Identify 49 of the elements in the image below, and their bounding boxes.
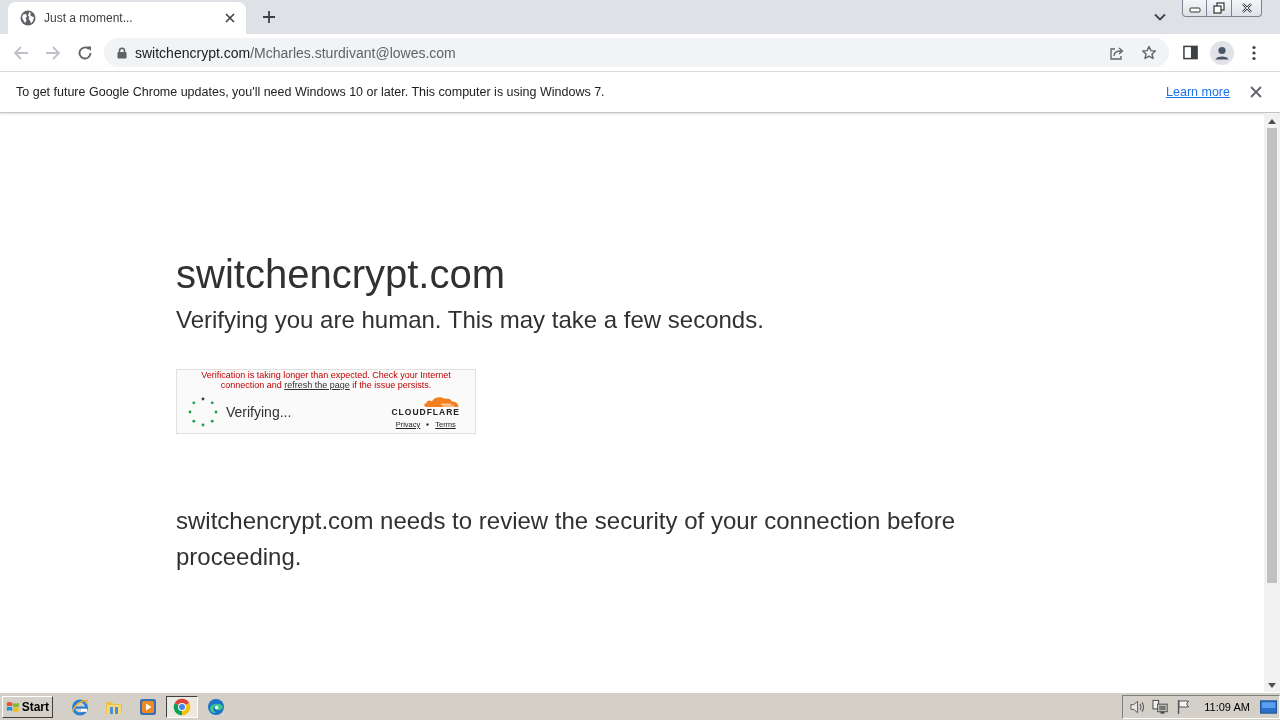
e-logo-icon	[71, 697, 89, 716]
warning-message: Verification is taking longer than expected. Check your Internet connection and refresh the page if the issue persists.	[200, 370, 452, 390]
clock[interactable]: 11:09 AM	[1204, 700, 1250, 713]
close-icon	[1240, 3, 1253, 13]
scroll-down-icon[interactable]	[1268, 683, 1276, 688]
globe-icon	[20, 10, 36, 26]
browser-tab[interactable]: Just a moment...	[8, 2, 246, 34]
spinner-icon	[187, 395, 219, 428]
back-arrow-icon	[13, 44, 29, 61]
minimize-icon	[1188, 7, 1201, 13]
site-heading: switchencrypt.com	[176, 251, 505, 298]
brand-name: CLOUDFLARE	[391, 407, 460, 418]
forward-arrow-icon	[45, 44, 61, 61]
restore-button[interactable]	[1207, 0, 1232, 17]
close-icon	[225, 13, 235, 23]
scroll-up-icon[interactable]	[1268, 119, 1276, 124]
update-message: To get future Google Chrome updates, you'll need Windows 10 or later. This computer is using Windows 7.	[16, 85, 605, 99]
ring-logo-icon	[173, 697, 191, 716]
restore-icon	[1213, 2, 1225, 14]
close-icon	[1250, 86, 1262, 98]
separator-dot-icon	[426, 423, 430, 426]
learn-more-link[interactable]: Learn more	[1166, 85, 1230, 99]
status-text: Verifying...	[226, 403, 292, 420]
taskbar-app-button[interactable]	[166, 695, 198, 718]
security-notice: switchencrypt.com needs to review the security of your connection before proceeding.	[176, 506, 957, 572]
side-panel-icon	[1182, 45, 1198, 60]
refresh-link[interactable]: refresh the page	[284, 380, 350, 390]
profile-button[interactable]	[1208, 38, 1236, 67]
url-text: switchencrypt.com/Mcharles.sturdivant@lowes.com	[135, 44, 456, 61]
speaker-icon[interactable]	[1129, 698, 1147, 715]
cloud-logo-icon	[422, 396, 460, 407]
swirl-logo-icon	[207, 697, 225, 716]
verification-heading: Verifying you are human. This may take a few seconds.	[176, 305, 764, 335]
lock-icon	[117, 46, 127, 59]
minimize-button[interactable]	[1182, 0, 1207, 17]
menu-icon	[1252, 44, 1256, 61]
close-button[interactable]	[1248, 84, 1264, 100]
network-icon[interactable]	[1152, 698, 1170, 715]
start-button[interactable]: Start	[2, 695, 53, 718]
reload-icon	[77, 44, 93, 61]
play-icon	[139, 697, 157, 716]
plus-icon	[263, 11, 275, 23]
scrollbar-thumb[interactable]	[1267, 128, 1277, 583]
chevron-down-icon	[1154, 13, 1166, 21]
avatar-icon	[1210, 40, 1234, 65]
close-window-button[interactable]	[1232, 0, 1262, 17]
show-desktop-icon[interactable]	[1259, 699, 1277, 714]
address-bar[interactable]: switchencrypt.com/Mcharles.sturdivant@lowes.com	[104, 38, 1169, 67]
star-icon	[1141, 44, 1157, 61]
